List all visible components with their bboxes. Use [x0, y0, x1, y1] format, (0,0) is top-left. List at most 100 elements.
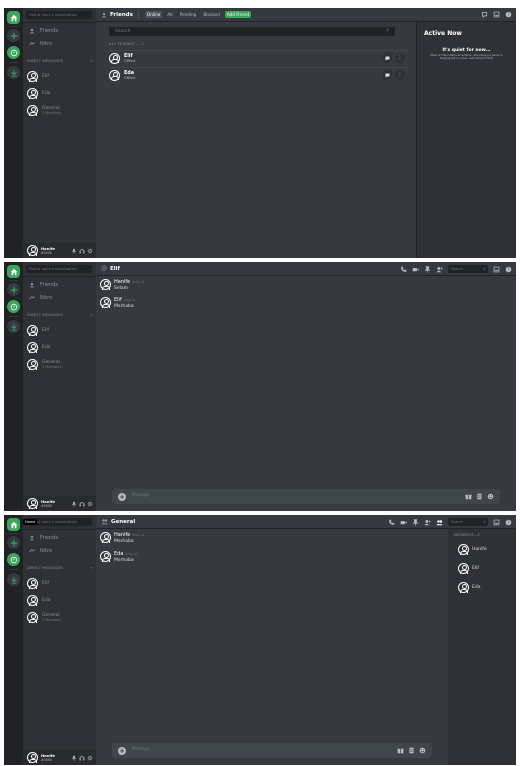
user-avatar[interactable]	[27, 245, 38, 256]
gift-icon[interactable]	[465, 493, 472, 500]
gif-icon[interactable]	[476, 493, 483, 500]
add-friend-icon[interactable]	[436, 266, 443, 273]
sidebar-item-friends[interactable]: Friends	[27, 26, 91, 36]
settings-gear-icon[interactable]	[87, 501, 93, 507]
user-avatar[interactable]	[27, 752, 38, 763]
home-button[interactable]	[7, 518, 20, 531]
settings-gear-icon[interactable]	[87, 755, 93, 761]
tab-blocked[interactable]: Blocked	[201, 11, 221, 18]
dm-item-general[interactable]: General 3 Members	[27, 103, 93, 118]
dm-item-eda[interactable]: Eda	[27, 340, 93, 355]
download-apps-button[interactable]	[7, 320, 20, 333]
microphone-icon[interactable]	[71, 755, 77, 761]
message-button[interactable]	[382, 53, 392, 63]
dm-search-input[interactable]: Find or start a conversation	[26, 265, 92, 273]
sidebar-item-nitro[interactable]: Nitro	[27, 293, 91, 303]
headphones-icon[interactable]	[79, 248, 85, 254]
search-input[interactable]: Search ⚲	[448, 265, 488, 273]
video-call-icon[interactable]	[400, 519, 407, 526]
dm-search-input[interactable]: Find or start a conversation	[26, 11, 92, 19]
download-apps-button[interactable]	[7, 573, 20, 586]
add-friend-button[interactable]: Add Friend	[224, 11, 252, 18]
phone-call-icon[interactable]	[388, 519, 395, 526]
emoji-icon[interactable]	[487, 493, 494, 500]
message-item: Hanife Today at Selam	[100, 279, 144, 291]
gif-icon[interactable]	[408, 747, 415, 754]
dm-item-elif[interactable]: Elif	[27, 576, 93, 591]
gift-icon[interactable]	[397, 747, 404, 754]
avatar[interactable]	[100, 279, 111, 290]
download-apps-button[interactable]	[7, 66, 20, 79]
tab-online[interactable]: Online	[144, 11, 163, 18]
tab-pending[interactable]: Pending	[178, 11, 199, 18]
dm-item-elif[interactable]: Elif	[27, 69, 93, 84]
phone-call-icon[interactable]	[400, 266, 407, 273]
add-friend-icon[interactable]	[424, 519, 431, 526]
settings-gear-icon[interactable]	[87, 248, 93, 254]
search-input[interactable]: Search ⚲	[448, 518, 488, 526]
pin-icon[interactable]	[412, 518, 419, 526]
sidebar-item-friends[interactable]: Friends	[27, 280, 91, 290]
nitro-icon	[27, 547, 36, 556]
microphone-icon[interactable]	[71, 248, 77, 254]
inbox-icon[interactable]	[493, 11, 500, 18]
new-group-dm-icon[interactable]	[481, 11, 488, 18]
friend-row-elif[interactable]: Elif Offline ⋮	[109, 50, 409, 65]
member-item[interactable]: Eda	[458, 582, 480, 593]
member-item[interactable]: Elif	[458, 563, 479, 574]
help-icon[interactable]: ?	[505, 519, 512, 526]
avatar[interactable]	[100, 532, 111, 543]
dm-item-elif[interactable]: Elif	[27, 323, 93, 338]
create-dm-plus-icon[interactable]: +	[90, 566, 93, 570]
dm-item-general[interactable]: General 3 Members	[27, 357, 93, 372]
more-options-button[interactable]: ⋮	[395, 70, 405, 80]
message-composer[interactable]: + Message	[112, 743, 432, 758]
help-icon[interactable]: ?	[505, 266, 512, 273]
sidebar-item-nitro[interactable]: Nitro	[27, 39, 91, 49]
explore-servers-button[interactable]	[7, 300, 20, 313]
message-author[interactable]: Eda	[114, 551, 123, 557]
create-dm-plus-icon[interactable]: +	[90, 59, 93, 63]
members-list-icon[interactable]	[436, 519, 443, 526]
message-button[interactable]	[382, 70, 392, 80]
add-server-button[interactable]	[7, 283, 20, 296]
message-author[interactable]: Elif	[114, 297, 122, 303]
dm-item-general[interactable]: General 3 Members	[27, 610, 93, 625]
microphone-icon[interactable]	[71, 501, 77, 507]
home-button[interactable]	[7, 11, 20, 24]
pin-icon[interactable]	[424, 265, 431, 273]
inbox-icon[interactable]	[493, 519, 500, 526]
message-composer[interactable]: + Message	[112, 489, 500, 504]
more-options-button[interactable]: ⋮	[395, 53, 405, 63]
headphones-icon[interactable]	[79, 755, 85, 761]
add-server-button[interactable]	[7, 536, 20, 549]
avatar[interactable]	[100, 297, 111, 308]
dm-item-eda[interactable]: Eda	[27, 593, 93, 608]
user-avatar[interactable]	[27, 498, 38, 509]
composer-placeholder: Message	[132, 491, 150, 497]
upload-plus-icon[interactable]: +	[118, 492, 126, 501]
upload-plus-icon[interactable]: +	[118, 746, 126, 755]
inbox-icon[interactable]	[493, 266, 500, 273]
sidebar-item-friends[interactable]: Friends	[27, 533, 91, 543]
message-author[interactable]: Hanife	[114, 532, 130, 538]
friend-row-eda[interactable]: Eda Offline ⋮	[109, 67, 409, 82]
explore-servers-button[interactable]	[7, 46, 20, 59]
emoji-icon[interactable]	[419, 747, 426, 754]
avatar[interactable]	[100, 551, 111, 562]
help-icon[interactable]: ?	[505, 11, 512, 18]
add-server-button[interactable]	[7, 29, 20, 42]
message-author[interactable]: Hanife	[114, 279, 130, 285]
video-call-icon[interactable]	[412, 266, 419, 273]
avatar	[27, 342, 38, 353]
dm-item-eda[interactable]: Eda	[27, 86, 93, 101]
home-button[interactable]	[7, 265, 20, 278]
member-item[interactable]: Hanife	[458, 544, 487, 555]
sidebar-item-nitro[interactable]: Nitro	[27, 546, 91, 556]
headphones-icon[interactable]	[79, 501, 85, 507]
create-dm-plus-icon[interactable]: +	[90, 313, 93, 317]
explore-servers-button[interactable]	[7, 553, 20, 566]
friends-search-input[interactable]: Search ⚲	[109, 27, 395, 36]
message-icon	[385, 73, 389, 77]
tab-all[interactable]: All	[165, 11, 174, 18]
